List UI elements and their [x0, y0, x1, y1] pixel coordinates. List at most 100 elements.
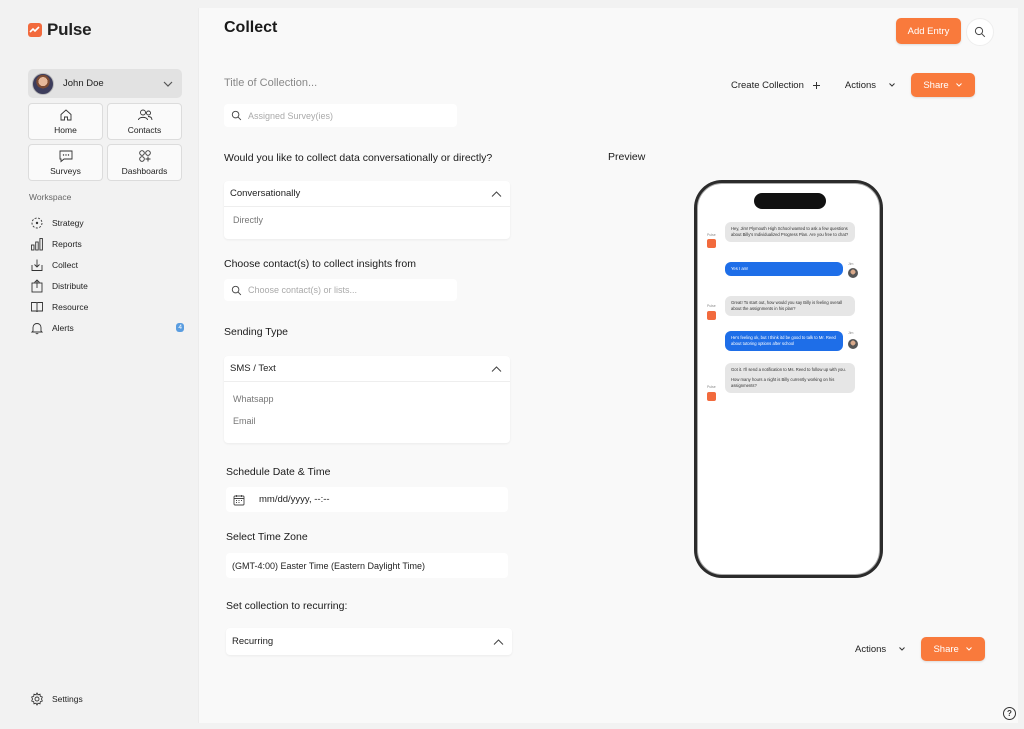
- message-sender: Jim: [848, 331, 854, 335]
- timezone-label: Select Time Zone: [226, 531, 308, 543]
- user-avatar-icon: [848, 339, 858, 349]
- preview-heading: Preview: [608, 151, 646, 163]
- home-icon: [60, 109, 71, 121]
- share-label: Share: [933, 643, 959, 655]
- survey-search-placeholder: Assigned Survey(ies): [248, 110, 334, 121]
- settings-label: Settings: [52, 694, 83, 704]
- user-switcher[interactable]: John Doe: [28, 69, 182, 98]
- sidebar-item-alerts[interactable]: Alerts 4: [29, 317, 189, 338]
- sending-type-option[interactable]: Whatsapp: [224, 388, 510, 410]
- sidebar-item-label: Strategy: [52, 217, 84, 228]
- alerts-count-badge: 4: [176, 323, 184, 332]
- timezone-select[interactable]: (GMT-4:00) Easter Time (Eastern Daylight…: [226, 553, 508, 578]
- collect-method-selected[interactable]: Conversationally: [224, 181, 510, 207]
- contacts-question: Choose contact(s) to collect insights fr…: [224, 258, 416, 270]
- recurring-selected[interactable]: Recurring: [226, 628, 512, 655]
- actions-dropdown-bottom[interactable]: Actions: [855, 644, 906, 655]
- sidebar-item-distribute[interactable]: Distribute: [29, 275, 189, 296]
- sidebar-item-strategy[interactable]: Strategy: [29, 212, 189, 233]
- nav-tile-surveys[interactable]: Surveys: [28, 144, 103, 181]
- pulse-avatar-icon: [707, 311, 716, 320]
- calendar-icon: [233, 494, 245, 505]
- strategy-icon: [29, 215, 44, 230]
- app-name: Pulse: [47, 20, 92, 39]
- user-name: John Doe: [63, 78, 104, 89]
- pulse-avatar-icon: [707, 392, 716, 401]
- add-entry-button[interactable]: Add Entry: [896, 18, 961, 44]
- create-collection-label: Create Collection: [731, 79, 804, 91]
- plus-icon: [812, 81, 820, 89]
- sending-type-selected-label: SMS / Text: [230, 363, 276, 374]
- settings-link[interactable]: Settings: [30, 692, 83, 706]
- collect-method-dropdown[interactable]: Conversationally Directly: [224, 181, 510, 239]
- create-collection-button[interactable]: Create Collection: [731, 80, 821, 91]
- message-sender: Pulse: [707, 304, 716, 308]
- nav-tile-label: Dashboards: [121, 166, 168, 176]
- sidebar-item-reports[interactable]: Reports: [29, 233, 189, 254]
- chat-message-text: How many hours a night is Billy currentl…: [731, 377, 835, 389]
- schedule-datetime-input[interactable]: mm/dd/yyyy, --:--: [226, 487, 508, 512]
- search-icon: [231, 110, 242, 121]
- share-label: Share: [923, 79, 949, 91]
- app-logo[interactable]: Pulse: [28, 20, 92, 40]
- chevron-up-icon: [493, 638, 504, 645]
- message-sender: Jim: [848, 262, 854, 266]
- share-button-bottom[interactable]: Share: [921, 637, 986, 661]
- nav-tile-dashboards[interactable]: Dashboards: [107, 144, 182, 181]
- recurring-dropdown[interactable]: Recurring: [226, 628, 512, 655]
- chat-message-bot: Got it. I'll send a notification to Ms. …: [725, 363, 855, 394]
- nav-grid: Home Contacts Surveys Dashboards: [28, 103, 182, 181]
- book-icon: [29, 299, 44, 314]
- chat-message-bot: Hey, Jim! Plymouth High School wanted to…: [725, 222, 855, 243]
- sending-type-label: Sending Type: [224, 326, 289, 338]
- chevron-down-icon: [889, 83, 895, 87]
- chevron-up-icon: [491, 365, 502, 372]
- sidebar-item-label: Reports: [52, 238, 82, 249]
- sidebar-item-label: Alerts: [52, 322, 74, 333]
- top-toolbar: Create Collection Actions Share: [731, 73, 976, 97]
- bell-icon: [29, 320, 44, 335]
- sidebar-item-resource[interactable]: Resource: [29, 296, 189, 317]
- actions-label: Actions: [844, 79, 877, 91]
- actions-dropdown[interactable]: Actions: [845, 80, 896, 91]
- dashboard-icon: [138, 150, 151, 162]
- schedule-label: Schedule Date & Time: [226, 466, 331, 478]
- avatar: [32, 72, 54, 95]
- collect-method-option[interactable]: Directly: [224, 209, 510, 231]
- recurring-label: Set collection to recurring:: [226, 600, 348, 612]
- sidebar-item-label: Resource: [52, 301, 89, 312]
- search-button[interactable]: [966, 18, 994, 46]
- sending-type-dropdown[interactable]: SMS / Text Whatsapp Email: [224, 356, 510, 443]
- chat-message-bot: Great! To start out, how would you say B…: [725, 296, 855, 317]
- collect-method-selected-label: Conversationally: [230, 188, 301, 199]
- search-icon: [231, 285, 242, 295]
- nav-tile-contacts[interactable]: Contacts: [107, 103, 182, 140]
- workspace-nav: Strategy Reports Collect Distribute Reso…: [29, 212, 189, 338]
- sidebar-item-collect[interactable]: Collect: [29, 254, 189, 275]
- share-button[interactable]: Share: [911, 73, 976, 97]
- chat-icon: [59, 150, 72, 163]
- page-title: Collect: [224, 19, 278, 36]
- collect-icon: [29, 257, 44, 272]
- sending-type-selected[interactable]: SMS / Text: [224, 356, 510, 382]
- collection-title-input[interactable]: Title of Collection...: [224, 77, 317, 89]
- help-button[interactable]: ?: [1003, 707, 1016, 720]
- sidebar: Pulse John Doe Home Contacts Surveys Das…: [0, 0, 198, 729]
- survey-search-input[interactable]: Assigned Survey(ies): [224, 104, 457, 127]
- contacts-search-placeholder: Choose contact(s) or lists...: [248, 285, 358, 295]
- distribute-icon: [29, 278, 44, 293]
- chat-message-user: He's feeling ok, but I think itd be good…: [725, 331, 843, 352]
- chevron-down-icon: [899, 647, 906, 651]
- pulse-avatar-icon: [707, 239, 716, 248]
- user-avatar-icon: [848, 268, 858, 278]
- contacts-search-input[interactable]: Choose contact(s) or lists...: [224, 279, 457, 301]
- collect-method-question: Would you like to collect data conversat…: [224, 152, 493, 164]
- contacts-icon: [137, 109, 152, 121]
- sidebar-item-label: Distribute: [52, 280, 88, 291]
- message-sender: Pulse: [707, 233, 716, 237]
- timezone-value: (GMT-4:00) Easter Time (Eastern Daylight…: [232, 560, 426, 571]
- sending-type-option[interactable]: Email: [224, 410, 510, 432]
- chevron-up-icon: [491, 190, 502, 197]
- pulse-logo-icon: [28, 23, 42, 37]
- nav-tile-home[interactable]: Home: [28, 103, 103, 140]
